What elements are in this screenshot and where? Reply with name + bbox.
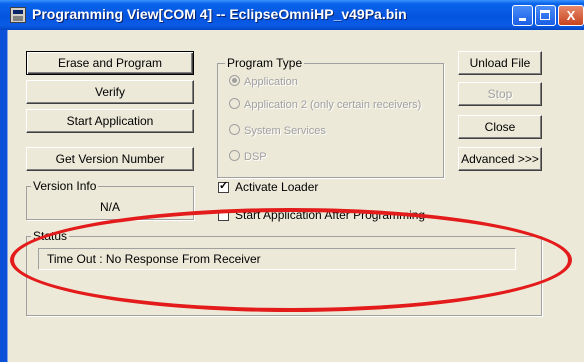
maximize-button[interactable] [535, 5, 556, 26]
window-border-left-inner [7, 30, 8, 362]
verify-button[interactable]: Verify [26, 80, 194, 104]
version-info-label: Version Info [31, 179, 99, 193]
start-application-button[interactable]: Start Application [26, 109, 194, 133]
erase-and-program-button[interactable]: Erase and Program [26, 51, 194, 75]
programming-view-window: Programming View[COM 4] -- EclipseOmniHP… [0, 0, 584, 362]
minimize-icon [519, 18, 526, 21]
radio-dot [229, 150, 240, 161]
checkmark-icon: ✓ [219, 180, 229, 192]
radio-system-services[interactable]: System Services [229, 124, 326, 137]
close-window-button[interactable]: X [558, 5, 584, 26]
title-bar[interactable]: Programming View[COM 4] -- EclipseOmniHP… [0, 0, 584, 30]
unload-file-button[interactable]: Unload File [458, 51, 542, 75]
close-icon: X [566, 8, 576, 23]
program-type-label: Program Type [225, 56, 305, 70]
minimize-button[interactable] [512, 5, 533, 26]
window-border-left [0, 30, 7, 362]
activate-loader-checkbox[interactable]: ✓ Activate Loader [218, 180, 318, 194]
version-info-value: N/A [99, 200, 120, 214]
app-icon [10, 7, 26, 23]
radio-dot [229, 124, 240, 135]
maximize-icon [540, 10, 550, 20]
get-version-number-button[interactable]: Get Version Number [26, 147, 194, 171]
window-title: Programming View[COM 4] -- EclipseOmniHP… [32, 6, 407, 22]
stop-button[interactable]: Stop [458, 82, 542, 106]
checkbox-box-checked: ✓ [218, 180, 229, 193]
advanced-button[interactable]: Advanced >>> [458, 147, 542, 171]
radio-dot [229, 98, 240, 109]
radio-dsp[interactable]: DSP [229, 150, 267, 163]
red-highlight-ellipse [10, 208, 572, 312]
radio-application-2[interactable]: Application 2 (only certain receivers) [229, 98, 421, 111]
close-button[interactable]: Close [458, 115, 542, 139]
radio-application[interactable]: Application [229, 75, 298, 88]
radio-dot-checked [229, 75, 240, 86]
